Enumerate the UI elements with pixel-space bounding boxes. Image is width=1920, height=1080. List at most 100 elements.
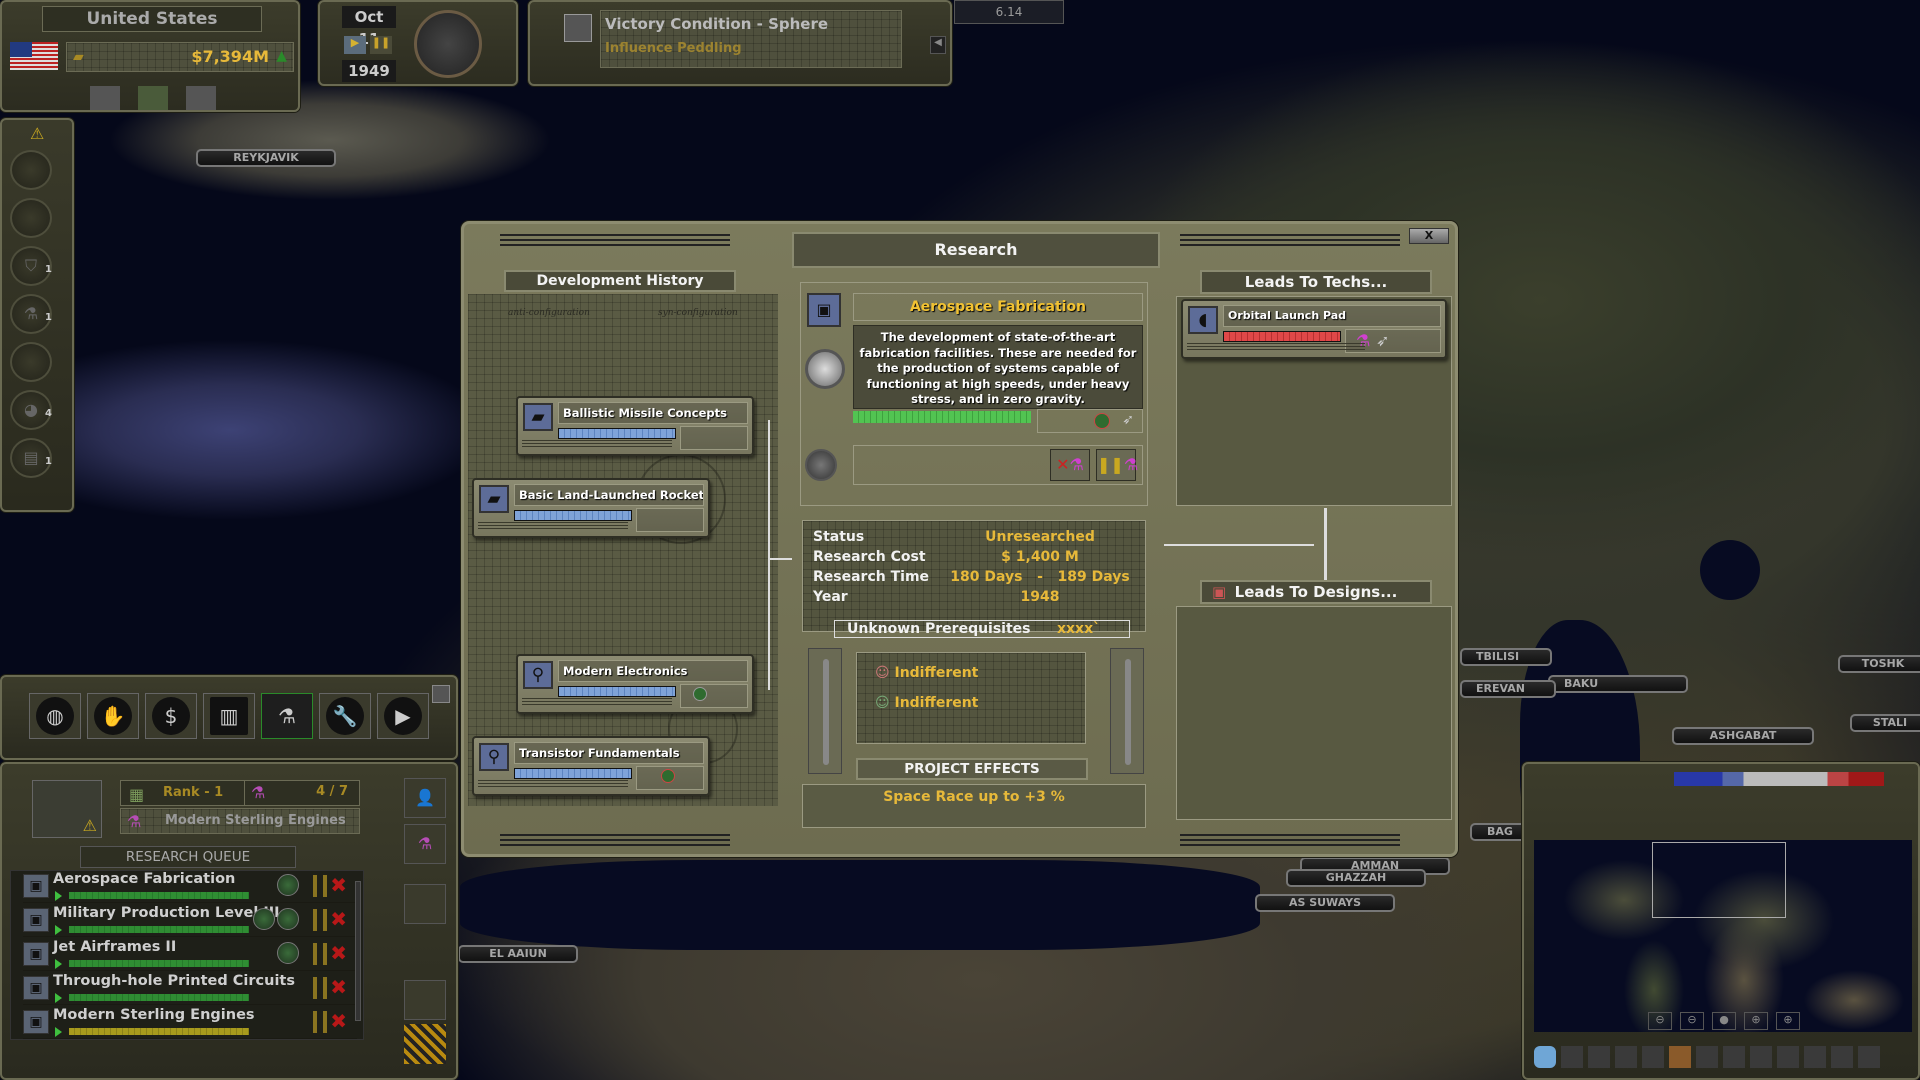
rank-text: Rank - 1 bbox=[163, 785, 224, 800]
delete-button[interactable]: ✖ bbox=[330, 1009, 347, 1033]
alert-button[interactable] bbox=[10, 342, 52, 382]
research-facility-icon[interactable]: ⚠ bbox=[32, 780, 102, 838]
queue-row[interactable]: ▣ Aerospace Fabrication ✖ bbox=[23, 871, 357, 903]
map-filter-button[interactable] bbox=[1858, 1046, 1880, 1068]
map-filter-button[interactable] bbox=[1723, 1046, 1745, 1068]
queue-row[interactable]: ▣ Military Production Level III ✖ bbox=[23, 905, 357, 937]
map-filter-button[interactable] bbox=[1750, 1046, 1772, 1068]
zoom-in-max-button[interactable]: ⊕ bbox=[1776, 1012, 1800, 1030]
treasury-box[interactable]: ▰ $7,394M ▲ bbox=[66, 42, 294, 72]
city-label[interactable]: ASHGABAT bbox=[1672, 727, 1814, 745]
leads-to-designs-area bbox=[1176, 606, 1452, 820]
tab-military-build[interactable]: 🔧 bbox=[319, 693, 371, 739]
city-label[interactable]: BAG bbox=[1470, 823, 1530, 841]
calendar-icon[interactable] bbox=[138, 86, 168, 110]
weather-filter-icon[interactable] bbox=[1534, 1046, 1556, 1068]
prerequisites-row[interactable]: Unknown Prerequisites xxxx` bbox=[834, 620, 1130, 638]
map-filter-button[interactable] bbox=[1669, 1046, 1691, 1068]
pause-button[interactable] bbox=[313, 875, 327, 897]
map-filter-button[interactable] bbox=[1588, 1046, 1610, 1068]
opinion-row: ☺ Indifferent bbox=[875, 665, 979, 681]
collapse-arrow-icon[interactable]: ◀ bbox=[930, 36, 946, 54]
current-project[interactable]: Modern Sterling Engines bbox=[165, 813, 346, 828]
history-tech-card[interactable]: ▰ Ballistic Missile Concepts bbox=[516, 396, 754, 456]
blueprint-label: anti-configuration bbox=[508, 308, 590, 318]
tab-military-ops[interactable]: ▶ bbox=[377, 693, 429, 739]
map-filter-button[interactable] bbox=[1777, 1046, 1799, 1068]
advisor-button[interactable]: 👤 bbox=[404, 778, 446, 818]
delete-button[interactable]: ✖ bbox=[330, 907, 347, 931]
zoom-in-button[interactable]: ⊕ bbox=[1744, 1012, 1768, 1030]
city-label[interactable]: EL AAIUN bbox=[458, 945, 578, 963]
stats-chart-icon[interactable] bbox=[90, 86, 120, 110]
tab-diplomacy[interactable]: ✋ bbox=[87, 693, 139, 739]
history-tech-card[interactable]: ⚲ Modern Electronics bbox=[516, 654, 754, 714]
pause-button[interactable]: ❚❚ bbox=[370, 36, 392, 54]
delete-button[interactable]: ✖ bbox=[330, 941, 347, 965]
leads-tech-card[interactable]: ◖ Orbital Launch Pad ⚗ ➶ bbox=[1181, 299, 1447, 359]
public-opinion-box: ☺ Indifferent ☺ Indifferent bbox=[856, 652, 1086, 744]
alert-button[interactable]: ⛉ 1 bbox=[10, 246, 52, 286]
settings-computer-icon[interactable] bbox=[186, 86, 216, 110]
alert-button[interactable]: ▤ 1 bbox=[10, 438, 52, 478]
warning-icon[interactable]: ⚠ bbox=[30, 124, 44, 143]
minimap-world[interactable]: ⊖ ⊖ ● ⊕ ⊕ bbox=[1534, 840, 1912, 1032]
victory-panel[interactable]: Victory Condition - Sphere Influence Ped… bbox=[528, 0, 952, 86]
tab-supply[interactable]: ▥ bbox=[203, 693, 255, 739]
map-filter-button[interactable] bbox=[1696, 1046, 1718, 1068]
factory-button[interactable] bbox=[404, 1024, 446, 1064]
toggle-switch[interactable] bbox=[805, 449, 837, 481]
cancel-research-button[interactable]: ✕⚗ bbox=[1050, 449, 1090, 481]
map-filter-button[interactable] bbox=[1831, 1046, 1853, 1068]
pause-research-button[interactable]: ❚❚⚗ bbox=[1096, 449, 1138, 481]
zoom-out-button[interactable]: ⊖ bbox=[1680, 1012, 1704, 1030]
history-tech-card[interactable]: ⚲ Transistor Fundamentals bbox=[472, 736, 710, 796]
alert-button[interactable]: ⚗ 1 bbox=[10, 294, 52, 334]
zoom-out-max-button[interactable]: ⊖ bbox=[1648, 1012, 1672, 1030]
viewport-rectangle[interactable] bbox=[1652, 842, 1786, 918]
city-label[interactable]: TOSHK bbox=[1838, 655, 1920, 673]
map-filter-button[interactable] bbox=[1561, 1046, 1583, 1068]
history-tech-card[interactable]: ▰ Basic Land-Launched Rockets bbox=[472, 478, 710, 538]
tab-finance[interactable]: $ bbox=[145, 693, 197, 739]
pause-button[interactable] bbox=[313, 1011, 327, 1033]
dial-knob[interactable] bbox=[805, 349, 845, 389]
queue-row[interactable]: ▣ Modern Sterling Engines ✖ bbox=[23, 1007, 357, 1039]
city-label[interactable]: STALI bbox=[1850, 714, 1920, 732]
start-research-button[interactable]: ⚗ bbox=[404, 824, 446, 864]
city-label[interactable]: BAKU bbox=[1548, 675, 1688, 693]
city-label[interactable]: REYKJAVIK bbox=[196, 149, 336, 167]
train-icon: ▣ bbox=[23, 874, 49, 898]
zoom-reset-button[interactable]: ● bbox=[1712, 1012, 1736, 1030]
city-label[interactable]: AS SUWAYS bbox=[1255, 894, 1395, 912]
map-filter-button[interactable] bbox=[1642, 1046, 1664, 1068]
close-button[interactable]: X bbox=[1409, 228, 1449, 244]
map-filter-button[interactable] bbox=[1615, 1046, 1637, 1068]
city-label[interactable]: TBILISI bbox=[1460, 648, 1552, 666]
city-label[interactable]: EREVAN bbox=[1460, 680, 1556, 698]
alert-button[interactable]: ◕ 4 bbox=[10, 390, 52, 430]
play-button[interactable]: ▶ bbox=[344, 36, 366, 54]
map-filter-button[interactable] bbox=[1804, 1046, 1826, 1068]
tab-globe[interactable]: ◍ bbox=[29, 693, 81, 739]
delete-button[interactable]: ✖ bbox=[330, 873, 347, 897]
tech-description: The development of state-of-the-art fabr… bbox=[853, 325, 1143, 409]
pause-button[interactable] bbox=[313, 977, 327, 999]
tech-name: Aerospace Fabrication bbox=[853, 293, 1143, 321]
tab-research[interactable]: ⚗ bbox=[261, 693, 313, 739]
progress-fill bbox=[559, 429, 675, 438]
left-lever[interactable] bbox=[808, 648, 842, 774]
rocket-filter-button[interactable] bbox=[404, 884, 446, 924]
queue-scrollbar[interactable] bbox=[355, 881, 361, 1021]
alert-button[interactable] bbox=[10, 150, 52, 190]
pause-button[interactable] bbox=[313, 943, 327, 965]
city-label[interactable]: GHAZZAH bbox=[1286, 869, 1426, 887]
radar-filter-button[interactable] bbox=[404, 980, 446, 1020]
pause-button[interactable] bbox=[313, 909, 327, 931]
queue-row[interactable]: ▣ Jet Airframes II ✖ bbox=[23, 939, 357, 971]
alert-button[interactable] bbox=[10, 198, 52, 238]
minimize-button[interactable] bbox=[432, 685, 450, 703]
delete-button[interactable]: ✖ bbox=[330, 975, 347, 999]
queue-row[interactable]: ▣ Through-hole Printed Circuits ✖ bbox=[23, 973, 357, 1005]
right-lever[interactable] bbox=[1110, 648, 1144, 774]
